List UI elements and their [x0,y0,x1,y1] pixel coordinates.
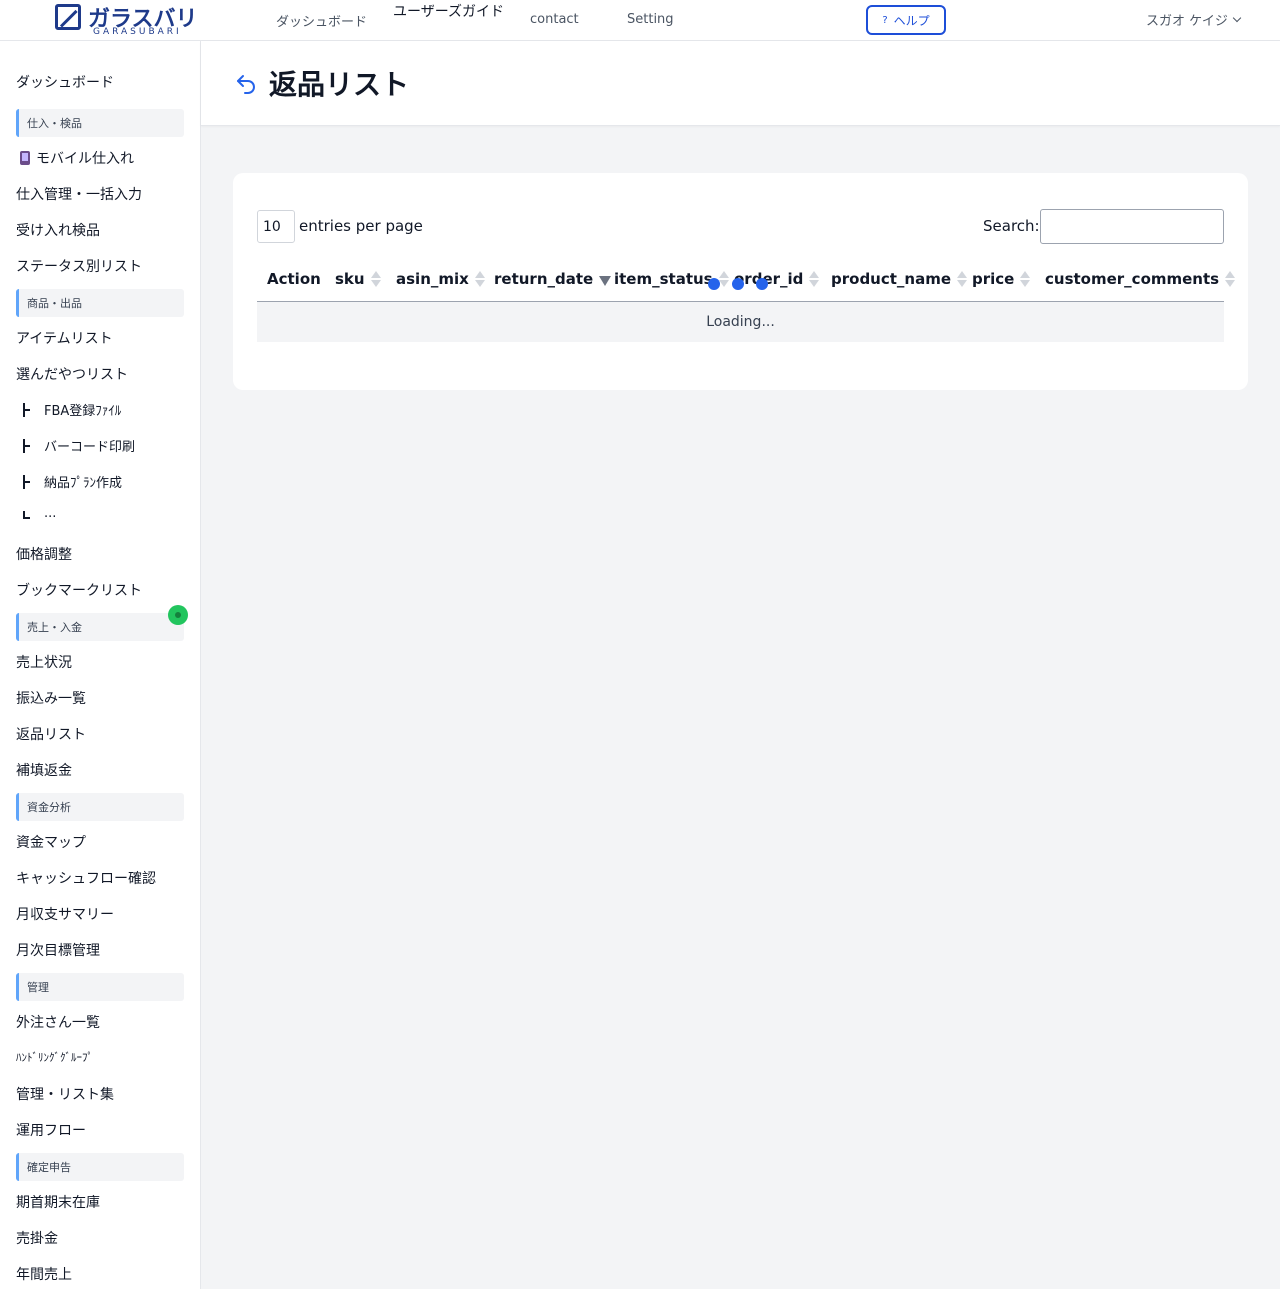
sidebar-item-refund[interactable]: 補填返金 [16,760,72,780]
help-button[interactable]: ? ヘルプ [866,5,946,35]
sort-icon [809,270,820,288]
sidebar-item-item-list[interactable]: アイテムリスト [16,328,113,348]
sidebar-item-label: モバイル仕入れ [36,151,134,167]
sidebar-item-receive-inspect[interactable]: 受け入れ検品 [16,220,100,240]
mobile-phone-icon [20,151,30,165]
sidebar-item-purchase-mgmt[interactable]: 仕入管理・一括入力 [16,184,142,204]
loading-row: Loading... [257,302,1224,342]
sidebar-item-annual-sales[interactable]: 年間売上 [16,1264,72,1284]
sidebar-item-barcode-print[interactable]: バーコード印刷 [20,436,135,455]
sidebar-item-mgmt-lists[interactable]: 管理・リスト集 [16,1084,114,1104]
sidebar-item-cashflow[interactable]: キャッシュフロー確認 [16,868,156,888]
nav-users-guide[interactable]: ユーザーズガイド [393,1,504,21]
sidebar-item-return-list[interactable]: 返品リスト [16,724,86,744]
sort-icon [370,270,381,288]
sidebar-section-products: 商品・出品 [16,289,184,317]
sidebar-item-sales-status[interactable]: 売上状況 [16,652,72,672]
sidebar-item-delivery-plan[interactable]: 納品ﾌﾟﾗﾝ作成 [20,472,122,491]
nav-contact[interactable]: contact [530,12,579,27]
sidebar-section-purchase: 仕入・検品 [16,109,184,137]
sidebar-item-dashboard[interactable]: ダッシュボード [16,72,114,92]
tree-branch-icon [20,474,30,489]
sidebar-item-label: FBA登録ﾌｧｲﾙ [44,404,122,419]
column-header-product-name[interactable]: product_name [831,270,968,288]
sidebar-item-selected-list[interactable]: 選んだやつリスト [16,364,128,384]
column-header-label: order_id [734,270,804,288]
column-header-label: price [972,270,1015,288]
column-header-label: Action [267,270,321,288]
column-header-order-id[interactable]: order_id [734,270,820,288]
entries-per-page-label: entries per page [299,217,423,235]
sidebar-item-label: ... [44,506,57,521]
sidebar-item-operation-flow[interactable]: 運用フロー [16,1120,86,1140]
tree-branch-icon [20,402,30,417]
back-arrow-icon[interactable] [234,71,258,95]
sidebar-item-bookmark-list[interactable]: ブックマークリスト [16,580,142,600]
chevron-down-icon [1232,13,1242,23]
sort-icon [1225,270,1236,288]
loading-dot-icon [708,278,720,290]
sidebar-item-status-list[interactable]: ステータス別リスト [16,256,142,276]
sidebar-item-monthly-goal[interactable]: 月次目標管理 [16,940,100,960]
sidebar-section-management: 管理 [16,973,184,1001]
sort-icon [1020,270,1031,288]
sidebar-item-mobile-purchase[interactable]: モバイル仕入れ [16,148,134,168]
tree-branch-icon [20,438,30,453]
nav-setting[interactable]: Setting [627,12,674,27]
help-label: ヘルプ [893,13,930,28]
sidebar-item-fba-file[interactable]: FBA登録ﾌｧｲﾙ [20,400,121,419]
loading-dot-icon [732,278,744,290]
sort-descending-icon [599,270,612,288]
user-name: スガオ ケイジ [1146,14,1228,29]
sidebar-item-fund-map[interactable]: 資金マップ [16,832,86,852]
sidebar-section-sales: 売上・入金 [16,613,184,641]
column-header-label: return_date [494,270,594,288]
sort-icon [474,270,485,288]
column-header-customer-comments[interactable]: customer_comments [1045,270,1236,288]
column-header-return-date[interactable]: return_date [494,270,612,288]
sidebar-item-label: 納品ﾌﾟﾗﾝ作成 [44,476,123,491]
sort-icon [718,270,729,288]
column-header-label: item_status [614,270,713,288]
logo-subtext: GARASUBARI [93,27,182,37]
column-header-sku[interactable]: sku [335,270,381,288]
sidebar-item-transfer-list[interactable]: 振込み一覧 [16,688,86,708]
sidebar-section-tax: 確定申告 [16,1153,184,1181]
logo[interactable]: ガラスバリ GARASUBARI [55,2,205,38]
column-header-price[interactable]: price [972,270,1031,288]
sales-notification-badge[interactable] [168,605,188,625]
top-nav: ガラスバリ GARASUBARI ダッシュボード ユーザーズガイド contac… [0,0,1280,41]
nav-dashboard[interactable]: ダッシュボード [276,11,367,30]
column-header-label: product_name [831,270,952,288]
column-header-label: customer_comments [1045,270,1220,288]
sidebar-item-receivables[interactable]: 売掛金 [16,1228,58,1248]
sort-icon [957,270,968,288]
question-icon: ? [882,14,888,26]
sidebar-item-monthly-summary[interactable]: 月収支サマリー [16,904,114,924]
sidebar-item-label: バーコード印刷 [44,440,136,455]
column-header-asin-mix[interactable]: asin_mix [396,270,485,288]
tree-end-icon [20,507,30,521]
sidebar-item-period-inventory[interactable]: 期首期末在庫 [16,1192,100,1212]
sidebar-section-funds: 資金分析 [16,793,184,821]
search-label: Search: [983,217,1040,235]
entries-per-page-select[interactable]: 10 [257,210,295,243]
sidebar-item-price-adjust[interactable]: 価格調整 [16,544,72,564]
column-header-label: sku [335,270,365,288]
loading-dot-icon [756,278,768,290]
column-header-label: asin_mix [396,270,469,288]
sidebar-item-outsource-list[interactable]: 外注さん一覧 [16,1012,100,1032]
search-input[interactable] [1040,209,1224,244]
user-menu[interactable]: スガオ ケイジ [1146,10,1242,29]
page-title: 返品リスト [269,68,410,101]
column-header-action[interactable]: Action [267,270,321,288]
sidebar-item-more[interactable]: ... [20,506,56,521]
sidebar-item-handling-group[interactable]: ﾊﾝﾄﾞﾘﾝｸﾞｸﾞﾙｰﾌﾟ [16,1049,93,1065]
page-header: 返品リスト [201,41,1280,126]
logo-mark-icon [55,4,81,30]
sidebar: ダッシュボード 仕入・検品 モバイル仕入れ 仕入管理・一括入力 受け入れ検品 ス… [0,41,201,1289]
